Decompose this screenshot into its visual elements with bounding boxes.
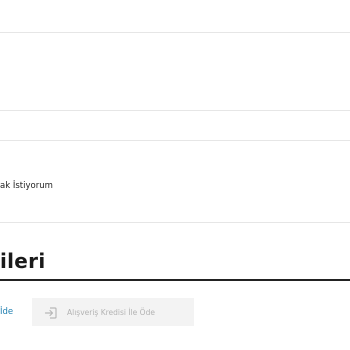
section-title-underline (0, 279, 350, 281)
divider-middle (0, 110, 350, 111)
divider-top (0, 32, 350, 33)
divider-upper-checkbox (0, 140, 350, 141)
payment-tab-active[interactable]: İde (0, 306, 13, 318)
divider-lower-checkbox (0, 222, 350, 223)
section-title: ileri (0, 249, 46, 273)
sign-in-arrow-icon (44, 305, 58, 319)
payment-tab-shopping-credit[interactable]: Alışveriş Kredisi İle Öde (32, 298, 194, 326)
payment-tab-shopping-credit-label: Alışveriş Kredisi İle Öde (67, 307, 155, 317)
checkbox-label[interactable]: ak İstiyorum (0, 180, 53, 192)
